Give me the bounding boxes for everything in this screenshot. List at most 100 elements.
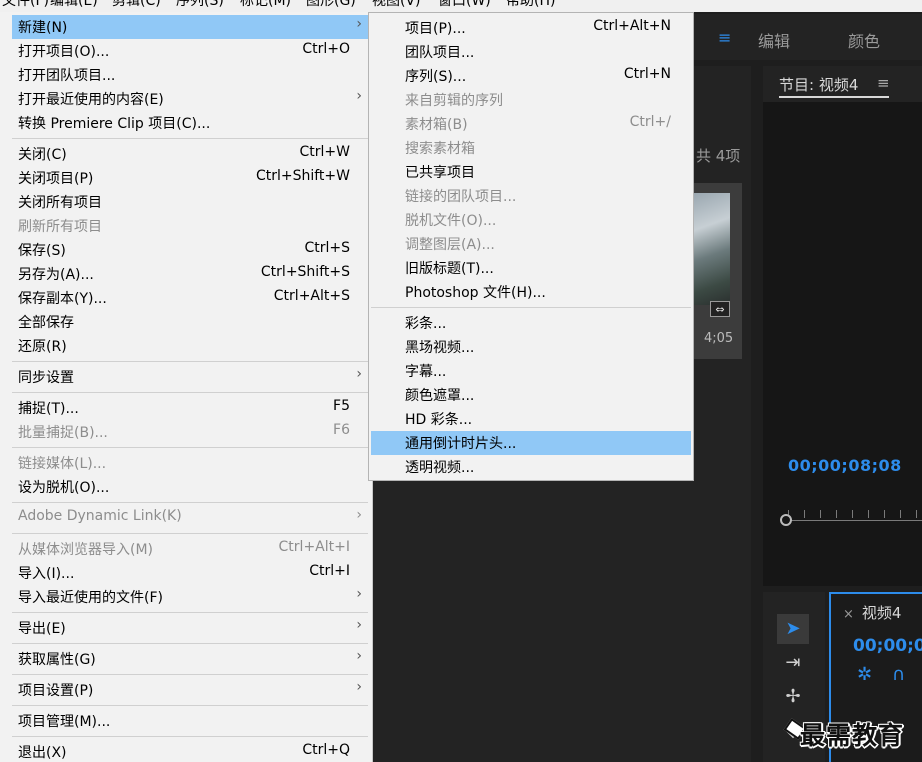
new-submenu-item[interactable]: 素材箱(B) Ctrl+/ [371,112,691,136]
new-submenu-item[interactable]: 调整图层(A)... [371,232,691,256]
new-submenu-item[interactable]: 彩条... [371,311,691,335]
new-submenu-item[interactable]: Photoshop 文件(H)... [371,280,691,304]
new-submenu-item-label: 素材箱(B) [405,117,468,133]
timeline-timecode[interactable]: 00;00;08 [853,636,922,656]
file-menu-item[interactable]: 链接媒体(L)... [12,451,368,475]
file-menu-item-label: Adobe Dynamic Link(K) [18,508,182,524]
file-menu-item-label: 打开最近使用的内容(E) [18,92,164,108]
new-submenu-item-label: 已共享项目 [405,165,475,181]
file-menu-item[interactable]: 导入最近使用的文件(F) › [12,585,368,609]
file-menu-item[interactable]: 新建(N) › [12,15,368,39]
file-menu-item[interactable]: 捕捉(T)... F5 [12,396,368,420]
chevron-right-icon: › [356,88,362,104]
new-submenu-item-shortcut: Ctrl+N [623,66,671,82]
new-submenu-item[interactable]: 字幕... [371,359,691,383]
selection-tool-icon[interactable]: ➤ [777,614,809,644]
file-menu-item-label: 获取属性(G) [18,652,96,668]
file-menu-item[interactable]: 打开项目(O)... Ctrl+O [12,39,368,63]
file-menu-item[interactable]: 退出(X) Ctrl+Q [12,740,368,762]
file-menu-item[interactable]: 还原(R) [12,334,368,358]
file-menu-item-label: 导入(I)... [18,566,75,582]
linked-selection-icon[interactable]: ∩ [892,664,905,685]
new-submenu-item[interactable]: 透明视频... [371,455,691,479]
file-menu-item[interactable]: 刷新所有项目 [12,214,368,238]
program-timecode[interactable]: 00;00;08;08 [788,456,902,475]
new-submenu-item-label: 旧版标题(T)... [405,261,494,277]
new-submenu-item[interactable]: 序列(S)... Ctrl+N [371,64,691,88]
new-submenu-item-label: 透明视频... [405,460,475,476]
new-submenu: 项目(P)... Ctrl+Alt+N 团队项目... 序列(S)... Ctrl+N 来… [368,12,694,481]
workspace-tab-edit[interactable]: 编辑 [758,28,790,52]
file-menu-item[interactable]: 保存(S) Ctrl+S [12,238,368,262]
track-select-tool-icon[interactable]: ⇥ [777,648,809,678]
active-tab-underline [779,96,889,98]
menubar-item-clip[interactable]: 剪辑(C) [112,0,161,10]
file-menu-item[interactable]: 另存为(A)... Ctrl+Shift+S [12,262,368,286]
new-submenu-item[interactable]: 通用倒计时片头... [371,431,691,455]
file-menu-item[interactable]: Adobe Dynamic Link(K) › [12,506,368,530]
file-menu-item[interactable]: 转换 Premiere Clip 项目(C)... [12,111,368,135]
ruler-tick [916,510,917,518]
ruler-tick [868,510,869,518]
menu-separator [12,502,368,503]
new-submenu-item[interactable]: 颜色遮罩... [371,383,691,407]
program-monitor-title[interactable]: 节目: 视频4 [779,74,858,95]
new-submenu-item[interactable]: 搜索素材箱 [371,136,691,160]
menubar-item-window[interactable]: 窗口(W) [438,0,491,10]
menubar-item-help[interactable]: 帮助(H) [506,0,555,10]
file-menu-item[interactable]: 设为脱机(O)... [12,475,368,499]
snap-icon[interactable]: ✲ [857,664,872,685]
file-menu-item[interactable]: 打开团队项目... [12,63,368,87]
chevron-right-icon: › [356,586,362,602]
file-menu-item[interactable]: 项目设置(P) › [12,678,368,702]
workspace-menu-icon[interactable]: ≡ [718,28,731,47]
panel-menu-icon[interactable]: ≡ [877,74,890,92]
menubar-item-markers[interactable]: 标记(M) [240,0,291,10]
file-menu-item[interactable]: 从媒体浏览器导入(M) Ctrl+Alt+I [12,537,368,561]
file-menu-item[interactable]: 项目管理(M)... [12,709,368,733]
new-submenu-item[interactable]: 旧版标题(T)... [371,256,691,280]
new-submenu-item[interactable]: 项目(P)... Ctrl+Alt+N [371,16,691,40]
menubar-item-edit[interactable]: 编辑(E) [50,0,98,10]
file-menu-item[interactable]: 保存副本(Y)... Ctrl+Alt+S [12,286,368,310]
program-time-ruler[interactable] [780,506,922,530]
new-submenu-item[interactable]: 链接的团队项目... [371,184,691,208]
menubar-item-sequence[interactable]: 序列(S) [176,0,224,10]
menu-separator [12,361,368,362]
new-submenu-item[interactable]: 黑场视频... [371,335,691,359]
new-submenu-item-label: 脱机文件(O)... [405,213,497,229]
file-menu-item[interactable]: 全部保存 [12,310,368,334]
file-menu-item-label: 设为脱机(O)... [18,480,110,496]
file-menu-item[interactable]: 导出(E) › [12,616,368,640]
file-menu-item-shortcut: Ctrl+W [299,144,350,160]
file-menu-item[interactable]: 批量捕捉(B)... F6 [12,420,368,444]
menubar-item-file[interactable]: 文件(F) [2,0,49,10]
file-menu-item[interactable]: 关闭(C) Ctrl+W [12,142,368,166]
chevron-right-icon: › [356,648,362,664]
menubar-item-graphics[interactable]: 图形(G) [306,0,356,10]
playhead-handle[interactable] [780,514,792,526]
file-menu-item[interactable]: 同步设置 › [12,365,368,389]
file-menu-item-shortcut: Ctrl+I [309,563,350,579]
timeline-tab[interactable]: × 视频4 [843,602,901,623]
new-submenu-item[interactable]: HD 彩条... [371,407,691,431]
file-menu-item[interactable]: 关闭项目(P) Ctrl+Shift+W [12,166,368,190]
ripple-edit-tool-icon[interactable]: ✢ [777,682,809,712]
ruler-tick [900,510,901,518]
file-menu-item[interactable]: 打开最近使用的内容(E) › [12,87,368,111]
file-menu-item[interactable]: 获取属性(G) › [12,647,368,671]
clip-thumbnail-card[interactable]: ⇔ 4;05 [694,183,742,359]
file-menu-item-shortcut: Ctrl+Q [302,742,350,758]
file-menu-item[interactable]: 关闭所有项目 [12,190,368,214]
new-submenu-item[interactable]: 团队项目... [371,40,691,64]
file-menu-item[interactable]: 导入(I)... Ctrl+I [12,561,368,585]
close-icon[interactable]: × [843,607,854,622]
new-submenu-item-label: 搜索素材箱 [405,141,475,157]
menubar-item-view[interactable]: 视图(V) [372,0,421,10]
new-submenu-item[interactable]: 来自剪辑的序列 [371,88,691,112]
file-menu-item-shortcut: F5 [333,398,350,414]
workspace-tab-color[interactable]: 颜色 [848,28,880,52]
new-submenu-item-label: 项目(P)... [405,21,466,37]
new-submenu-item[interactable]: 脱机文件(O)... [371,208,691,232]
new-submenu-item[interactable]: 已共享项目 [371,160,691,184]
